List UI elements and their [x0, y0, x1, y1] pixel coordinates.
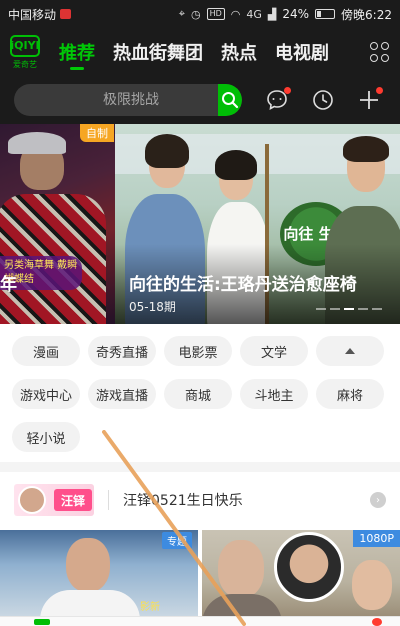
chip-row: 轻小说 [12, 422, 392, 452]
alarm-icon: ◷ [190, 7, 201, 21]
thumbnail-name: 汪铎 [54, 489, 92, 511]
collapse-chips-button[interactable] [316, 336, 384, 366]
hd-icon: HD [206, 8, 225, 20]
video-person-body [202, 594, 282, 616]
topic-badge: 专题 [162, 532, 192, 549]
carrier: 中国移动 [8, 6, 72, 23]
birthday-promo[interactable]: 汪铎 汪铎0521生日快乐 › [0, 472, 400, 528]
pagination-dot-active [344, 308, 354, 310]
pagination-dot [358, 308, 368, 310]
app-logo[interactable]: iQIYI 爱奇艺 [0, 28, 50, 76]
add-button[interactable] [356, 87, 383, 113]
video-feed: 专题 影新 1080P [0, 528, 400, 616]
chip-mall[interactable]: 商城 [164, 379, 232, 409]
location-icon: ⌖ [178, 7, 185, 20]
chip-movie-tickets[interactable]: 电影票 [164, 336, 232, 366]
battery-percent: 24% [282, 7, 310, 21]
search-button[interactable] [218, 84, 242, 116]
chip-row: 游戏中心 游戏直播 商城 斗地主 麻将 [12, 379, 392, 409]
grid-icon [370, 42, 390, 62]
prev-slide-title: 年 [0, 275, 17, 295]
chip-live-show[interactable]: 奇秀直播 [88, 336, 156, 366]
video-card[interactable]: 专题 影新 [0, 530, 198, 616]
search-icon [222, 92, 239, 109]
banner-date: 05-18期 [129, 300, 176, 314]
video-child-face [352, 560, 392, 610]
video-person-face [218, 540, 264, 598]
message-button[interactable] [264, 87, 291, 113]
wifi-icon: ◠ [230, 7, 241, 21]
history-button[interactable] [310, 87, 336, 113]
collapse-arrow-icon [345, 348, 355, 354]
inset-avatar [274, 532, 344, 602]
chevron-right-icon[interactable]: › [370, 492, 386, 508]
network-label: 4G [246, 7, 262, 21]
pagination-dot [316, 308, 326, 310]
hero-banner[interactable]: 另类海草舞 戴瞬蝴蝶结 自制 年 向往 生活 向往的生活:王珞丹送治愈座椅 05… [0, 124, 400, 324]
home-tab-indicator[interactable] [34, 619, 50, 625]
chip-mahjong[interactable]: 麻将 [316, 379, 384, 409]
video-overlay-text: 影新 [140, 602, 160, 613]
carrier-name: 中国移动 [8, 7, 57, 22]
banner-title: 向往的生活:王珞丹送治愈座椅 [129, 275, 357, 295]
channel-tabs: 推荐 热血街舞团 热点 电视剧 [50, 28, 360, 76]
slide-dim [0, 124, 115, 324]
status-bar: 中国移动 ⌖ ◷ HD ◠ 4G ▟ 24% 傍晚6:22 [0, 0, 400, 28]
pagination-dot [330, 308, 340, 310]
video-person-face [66, 538, 110, 592]
tab-street-dance[interactable]: 热血街舞团 [104, 28, 212, 76]
battery-icon [315, 9, 336, 19]
status-right: ⌖ ◷ HD ◠ 4G ▟ 24% 傍晚6:22 [179, 6, 392, 23]
notify-dot [372, 618, 382, 626]
banner-prev-slide[interactable]: 另类海草舞 戴瞬蝴蝶结 自制 年 [0, 124, 115, 324]
search-row [0, 76, 400, 124]
chip-game-live[interactable]: 游戏直播 [88, 379, 156, 409]
vertical-divider [108, 490, 109, 510]
chip-comics[interactable]: 漫画 [12, 336, 80, 366]
chip-game-center[interactable]: 游戏中心 [12, 379, 80, 409]
search-bar [14, 84, 242, 116]
top-header: iQIYI 爱奇艺 推荐 热血街舞团 热点 电视剧 [0, 28, 400, 76]
channel-menu-button[interactable] [360, 28, 400, 76]
signal-icon: ▟ [267, 7, 277, 21]
chip-doudizhu[interactable]: 斗地主 [240, 379, 308, 409]
add-badge [376, 87, 383, 94]
avatar [18, 486, 46, 514]
pagination-dot [372, 308, 382, 310]
logo-subtitle: 爱奇艺 [13, 59, 37, 69]
tab-tv-series[interactable]: 电视剧 [266, 28, 338, 76]
video-card[interactable]: 1080P [202, 530, 400, 616]
message-badge [284, 87, 291, 94]
tab-recommend[interactable]: 推荐 [50, 28, 104, 76]
logo-mark: iQIYI [10, 34, 40, 57]
banner-pagination [316, 308, 382, 310]
bottom-nav [0, 616, 400, 626]
notification-icon [60, 9, 72, 19]
birthday-thumbnail: 汪铎 [14, 484, 94, 516]
birthday-text: 汪铎0521生日快乐 [123, 493, 243, 509]
clock: 傍晚6:22 [341, 7, 392, 22]
chip-light-novel[interactable]: 轻小说 [12, 422, 80, 452]
tab-hot[interactable]: 热点 [212, 28, 266, 76]
chip-literature[interactable]: 文学 [240, 336, 308, 366]
chip-row: 漫画 奇秀直播 电影票 文学 [12, 336, 392, 366]
history-icon [313, 90, 333, 110]
person-man-hair [343, 136, 389, 162]
header-actions [264, 87, 383, 113]
original-badge: 自制 [80, 124, 114, 142]
person-white-hair [215, 150, 257, 180]
resolution-badge: 1080P [353, 530, 400, 547]
person-denim-hair [145, 134, 189, 168]
section-divider [0, 462, 400, 472]
quick-entries: 漫画 奇秀直播 电影票 文学 游戏中心 游戏直播 商城 斗地主 麻将 轻小说 [12, 336, 392, 465]
search-input[interactable] [14, 92, 218, 108]
video-person-body [40, 590, 140, 616]
